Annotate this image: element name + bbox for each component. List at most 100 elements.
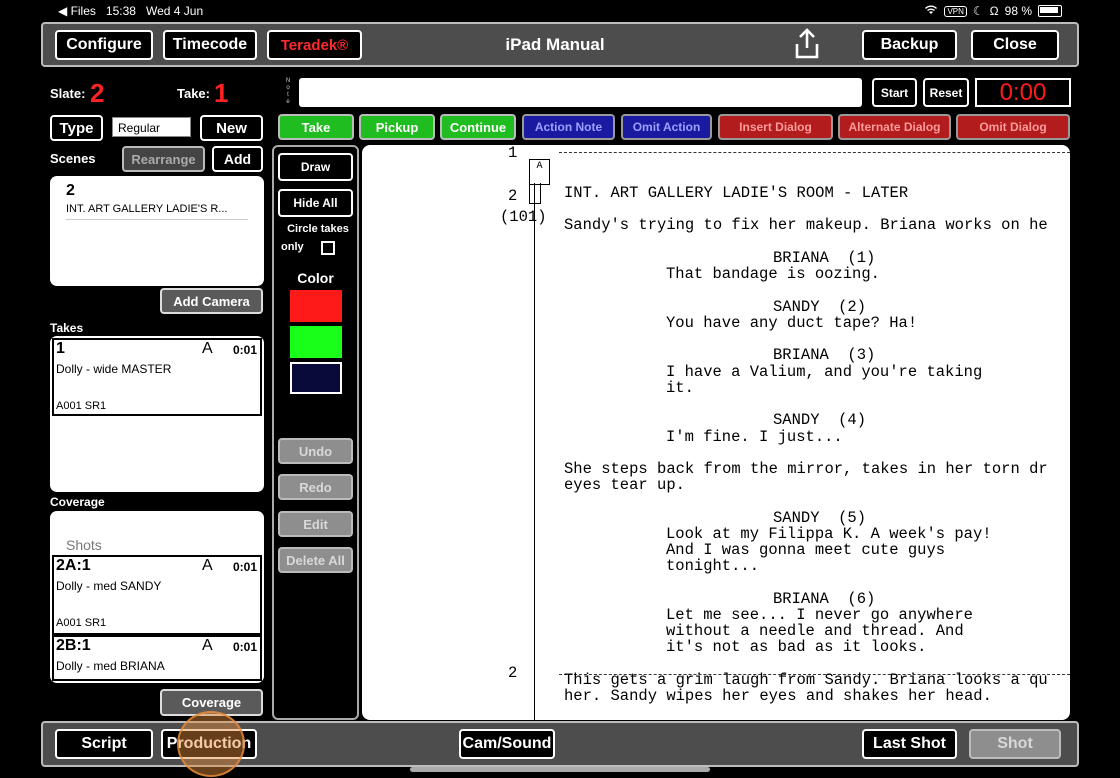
insert-dialog-button[interactable]: Insert Dialog (718, 114, 833, 140)
coverage-line (534, 183, 535, 720)
page-dashed-line (559, 152, 1070, 153)
battery-icon (1038, 5, 1062, 17)
dialogue-line: You have any duct tape? Ha! (666, 314, 918, 332)
teradek-button[interactable]: Teradek® (267, 30, 362, 60)
coverage-label: Coverage (50, 495, 105, 509)
coverage-row-reel: A001 SR1 (56, 617, 107, 629)
coverage-row[interactable]: 2B:1 A 0:01 Dolly - med BRIANA (52, 635, 262, 681)
dialogue-line: I'm fine. I just... (666, 428, 843, 446)
cam-sound-tab-button[interactable]: Cam/Sound (459, 729, 555, 759)
coverage-row-duration: 0:01 (232, 640, 257, 654)
take-row-description: Dolly - wide MASTER (56, 362, 172, 376)
scenes-label: Scenes (50, 151, 96, 166)
coverage-row[interactable]: 2A:1 A 0:01 Dolly - med SANDY A001 SR1 (52, 555, 262, 635)
script-tab-button[interactable]: Script (55, 729, 153, 759)
coverage-row-duration: 0:01 (232, 560, 257, 574)
add-camera-button[interactable]: Add Camera (160, 288, 263, 314)
action-line: Sandy's trying to fix her makeup. Briana… (564, 216, 1048, 234)
scene-marker-2: 2 (508, 664, 518, 682)
take-type-take-button[interactable]: Take (278, 114, 354, 140)
coverage-list: Shots 2A:1 A 0:01 Dolly - med SANDY A001… (50, 511, 264, 683)
only-label: only (281, 241, 304, 253)
touch-indicator (177, 711, 245, 777)
action-line: eyes tear up. (564, 476, 685, 494)
script-page[interactable]: 1 A 2 (101) INT. ART GALLERY LADIE'S ROO… (362, 145, 1070, 720)
dialogue-line: it. (666, 379, 694, 397)
shots-header: Shots (66, 537, 102, 553)
type-field[interactable]: Regular (112, 117, 191, 137)
scenes-list: 2 INT. ART GALLERY LADIE'S R... (50, 176, 264, 286)
vpn-badge: VPN (944, 5, 967, 17)
type-button[interactable]: Type (50, 115, 103, 141)
scene-number-left: 2 (508, 187, 518, 205)
coverage-row-description: Dolly - med SANDY (56, 579, 162, 593)
configure-button[interactable]: Configure (55, 30, 153, 60)
coverage-row-camera: A (202, 557, 213, 574)
coverage-row-number: 2B:1 (56, 637, 91, 654)
start-button[interactable]: Start (872, 78, 917, 107)
takes-label: Takes (50, 321, 84, 335)
close-button[interactable]: Close (971, 30, 1059, 60)
coverage-row-number: 2A:1 (56, 557, 91, 574)
take-row[interactable]: 1 A 0:01 Dolly - wide MASTER A001 SR1 (52, 338, 262, 416)
note-input[interactable] (299, 78, 862, 107)
take-row-number: 1 (56, 340, 65, 357)
scene-marker-1: 1 (508, 145, 518, 162)
add-scene-button[interactable]: Add (212, 146, 263, 172)
slate-label: Slate: (50, 86, 86, 101)
draw-button[interactable]: Draw (278, 153, 353, 181)
dialogue-line: I have a Valium, and you're taking (666, 363, 983, 381)
redo-button[interactable]: Redo (278, 474, 353, 500)
camera-tag-label: A (536, 161, 543, 172)
alternate-dialog-button[interactable]: Alternate Dialog (838, 114, 951, 140)
circle-takes-label: Circle takes (287, 223, 349, 235)
color-swatch-green[interactable] (290, 326, 342, 358)
shot-button[interactable]: Shot (969, 729, 1061, 759)
dialogue-line: That bandage is oozing. (666, 265, 880, 283)
wifi-icon (924, 4, 938, 18)
dialogue-line: it's not as bad as it looks. (666, 638, 927, 656)
home-indicator (410, 767, 710, 772)
scene-item[interactable]: 2 INT. ART GALLERY LADIE'S R... (50, 176, 264, 220)
take-type-continue-button[interactable]: Continue (440, 114, 516, 140)
undo-button[interactable]: Undo (278, 438, 353, 464)
coverage-row-description: Dolly - med BRIANA (56, 659, 165, 673)
omit-dialog-button[interactable]: Omit Dialog (956, 114, 1070, 140)
omit-action-button[interactable]: Omit Action (621, 114, 712, 140)
color-swatch-navy[interactable] (290, 362, 342, 394)
take-number[interactable]: 1 (214, 78, 228, 109)
status-date: Wed 4 Jun (145, 4, 204, 18)
note-label: Note (285, 78, 291, 105)
back-to-app-link[interactable]: ◀ Files (58, 4, 96, 18)
timecode-button[interactable]: Timecode (163, 30, 257, 60)
status-time: 15:38 (105, 4, 136, 18)
camera-tag-a[interactable]: A (529, 159, 550, 185)
delete-all-button[interactable]: Delete All (278, 547, 353, 573)
action-note-button[interactable]: Action Note (522, 114, 615, 140)
status-bar: ◀ Files 15:38 Wed 4 Jun VPN ☾ Ω 98 % (0, 0, 1120, 22)
dialogue-line: tonight... (666, 557, 760, 575)
coverage-line-stub (529, 183, 541, 204)
circle-takes-checkbox[interactable] (321, 241, 335, 255)
take-type-pickup-button[interactable]: Pickup (359, 114, 435, 140)
new-button[interactable]: New (200, 115, 263, 141)
slate-number[interactable]: 2 (90, 78, 104, 109)
coverage-row-camera: A (202, 637, 213, 654)
last-shot-button[interactable]: Last Shot (862, 729, 957, 759)
color-swatch-red[interactable] (290, 290, 342, 322)
scene-heading: INT. ART GALLERY LADIE'S ROOM - LATER (564, 184, 909, 202)
edit-button[interactable]: Edit (278, 511, 353, 537)
take-row-camera: A (202, 340, 213, 357)
reset-button[interactable]: Reset (923, 78, 969, 107)
takes-list: 1 A 0:01 Dolly - wide MASTER A001 SR1 (50, 336, 264, 492)
hide-all-button[interactable]: Hide All (278, 189, 353, 217)
take-label: Take: (177, 86, 210, 101)
timer-display: 0:00 (975, 78, 1071, 107)
backup-button[interactable]: Backup (862, 30, 957, 60)
scene-title: INT. ART GALLERY LADIE'S R... (66, 203, 228, 215)
battery-percent: 98 % (1004, 4, 1032, 18)
rearrange-button[interactable]: Rearrange (122, 146, 205, 172)
share-icon[interactable] (791, 27, 823, 61)
color-label: Color (297, 270, 334, 286)
character-cue: SANDY (4) (773, 411, 867, 429)
